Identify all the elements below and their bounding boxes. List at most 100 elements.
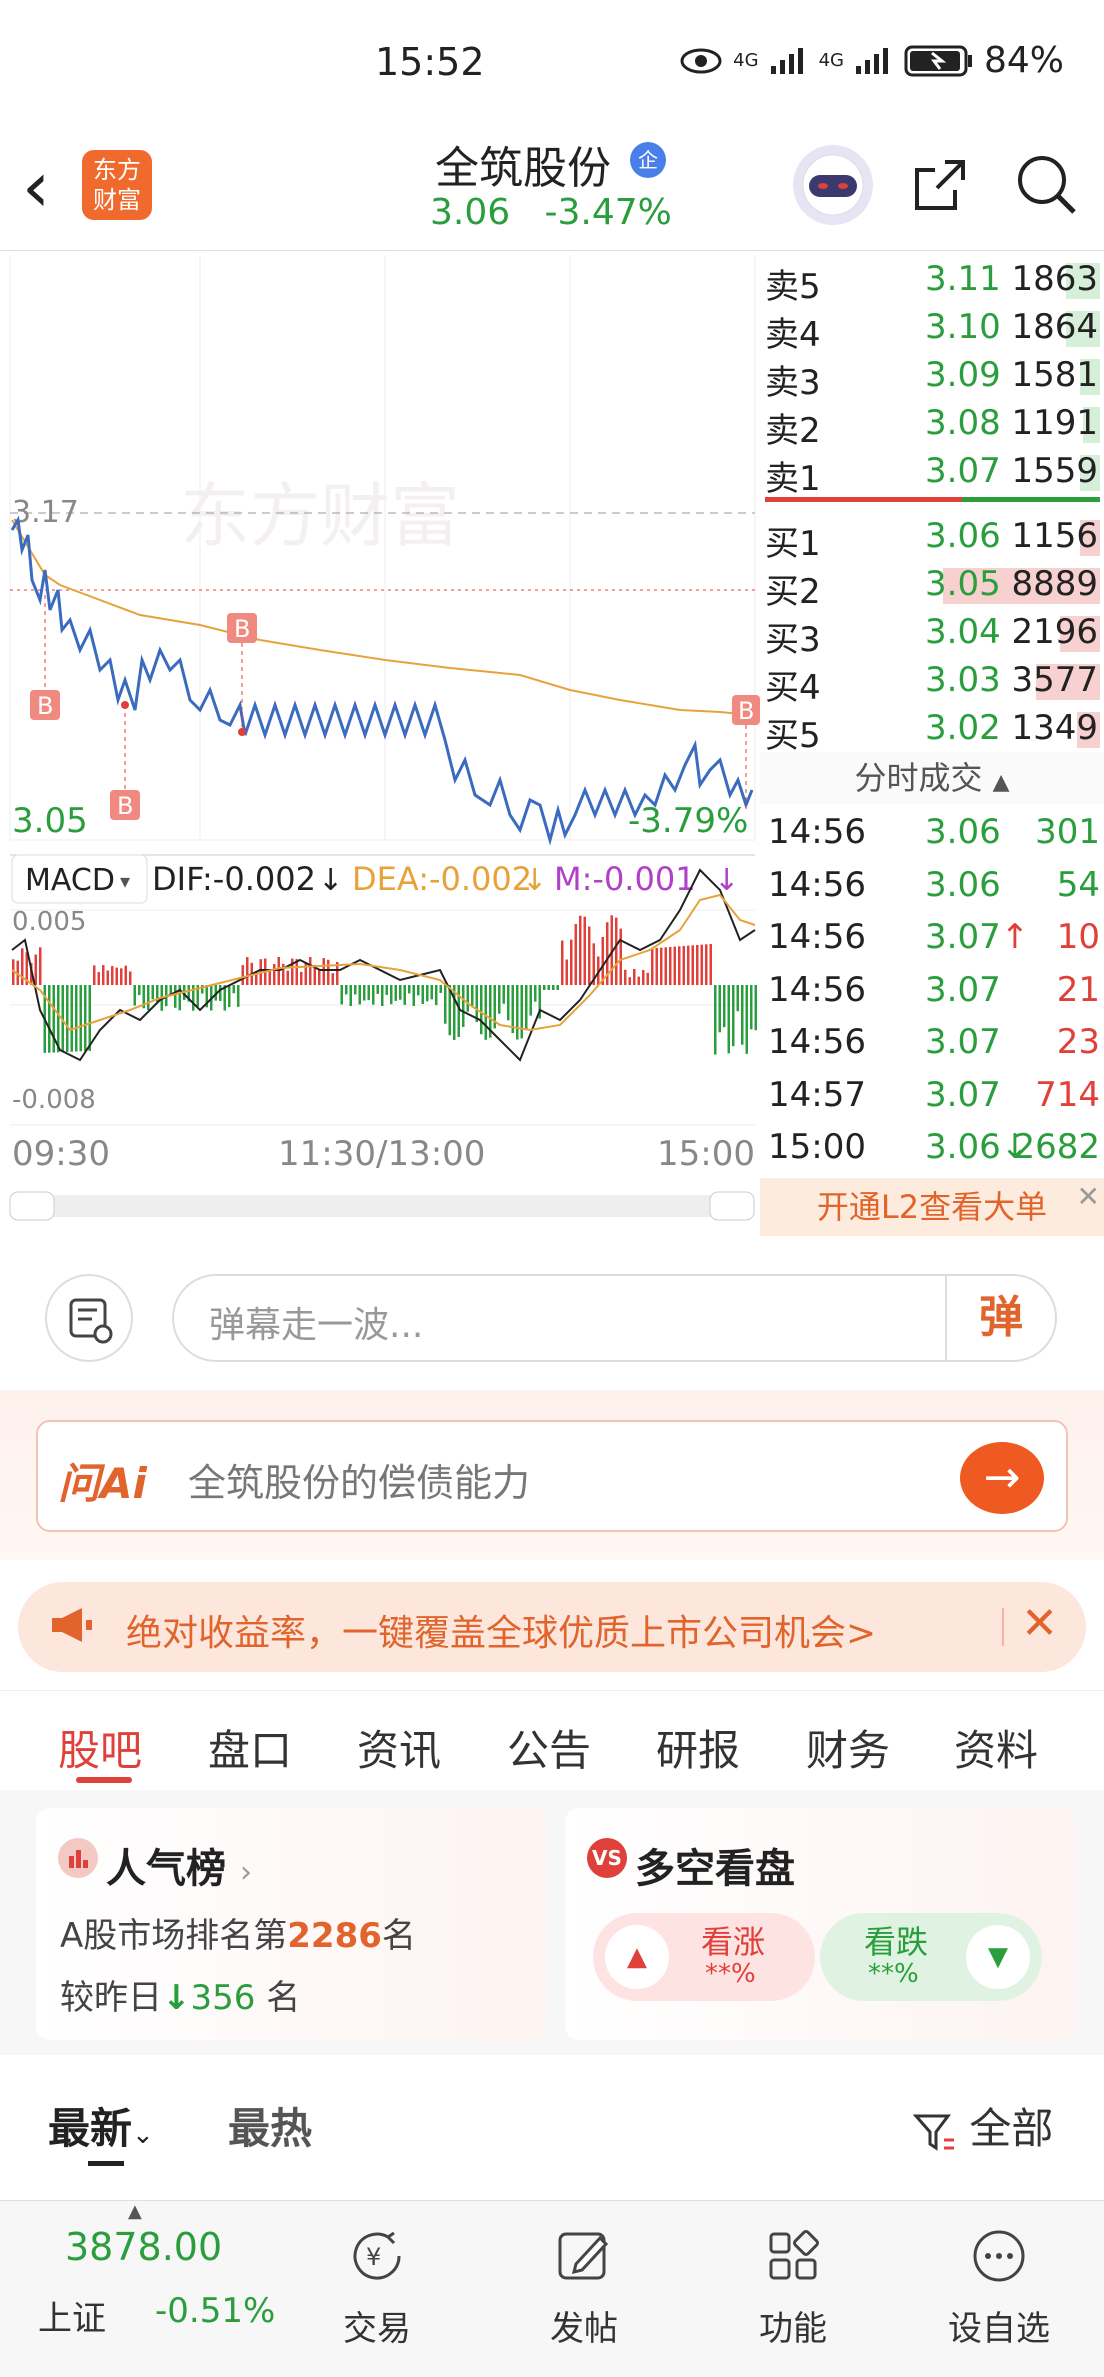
nav-post[interactable]: 发帖	[514, 2221, 654, 2350]
danmu-button-label: 弹	[979, 1292, 1023, 1343]
nav-post-label: 发帖	[550, 2309, 618, 2349]
tab-pankou[interactable]: 盘口	[208, 1717, 292, 1778]
macd-bar	[502, 985, 505, 1004]
bid-row[interactable]: 买5 3.02 1349	[765, 704, 1100, 756]
promo-banner[interactable]: 绝对收益率，一键覆盖全球优质上市公司机会> ✕	[18, 1582, 1086, 1672]
trade-row: 14:56 3.07 21	[765, 966, 1100, 1018]
popularity-card[interactable]: 人气榜 › A股市场排名第2286名 较昨日↓356 名	[36, 1808, 546, 2040]
macd-bar	[349, 985, 352, 1006]
signal-label-1: 4G	[733, 50, 759, 71]
tab-news[interactable]: 资讯	[357, 1717, 441, 1778]
close-icon[interactable]: ✕	[1021, 1598, 1058, 1649]
trade-row: 14:56 3.07↑ 10	[765, 913, 1100, 965]
ask-label: 卖3	[765, 363, 821, 403]
macd-dea: DEA:-0.002	[352, 860, 532, 898]
ask-price: 3.09	[925, 355, 1001, 395]
prev-close-label: 3.17	[12, 495, 79, 530]
macd-bar	[660, 947, 663, 985]
bid-row[interactable]: 买2 3.05 8889	[765, 560, 1100, 612]
arrow-right-icon[interactable]: →	[960, 1442, 1044, 1514]
macd-bar	[21, 948, 24, 985]
scroll-handle-right[interactable]	[709, 1191, 755, 1221]
trade-volume: 54	[1056, 864, 1100, 905]
scroll-handle-left[interactable]	[9, 1191, 55, 1221]
trade-price-wrap: 3.07	[925, 1075, 1001, 1115]
bull-vote-button[interactable]: ▲ 看涨 **%	[593, 1913, 815, 2001]
nav-add-watchlist[interactable]: 设自选	[929, 2221, 1069, 2350]
trade-price-wrap: 3.07	[925, 1022, 1001, 1062]
bid-row[interactable]: 买4 3.03 3577	[765, 656, 1100, 708]
danmu-button[interactable]: 弹	[945, 1276, 1055, 1360]
search-icon[interactable]	[1012, 150, 1082, 220]
ask-row[interactable]: 卖1 3.07 1559	[765, 447, 1100, 499]
tab-research[interactable]: 研报	[656, 1717, 740, 1778]
macd-bar	[97, 972, 100, 985]
comment-list-button[interactable]	[45, 1274, 133, 1362]
ask-row[interactable]: 卖4 3.10 1864	[765, 303, 1100, 355]
tab-finance[interactable]: 财务	[806, 1717, 890, 1778]
ask-row[interactable]: 卖5 3.11 1863	[765, 255, 1100, 307]
macd-bar	[403, 985, 406, 1005]
trade-price: 3.07	[925, 1074, 1001, 1115]
grid-icon	[769, 2230, 819, 2280]
ask-row[interactable]: 卖2 3.08 1191	[765, 399, 1100, 451]
bid-label: 买1	[765, 524, 821, 564]
popularity-title-label: 人气榜	[106, 1846, 226, 1892]
sort-latest[interactable]: 最新⌄	[48, 2095, 154, 2156]
bid-price: 3.06	[925, 516, 1001, 556]
macd-bar	[84, 985, 87, 1052]
macd-bar	[102, 965, 105, 985]
rank-change-suffix: 名	[266, 1978, 301, 2018]
tab-guba[interactable]: 股吧	[58, 1717, 142, 1778]
trades-header[interactable]: 分时成交 ▲	[760, 752, 1104, 804]
danmu-input[interactable]: 弹幕走一波... 弹	[172, 1274, 1057, 1362]
tab-profile[interactable]: 资料	[954, 1717, 1038, 1778]
bid-volume: 1349	[1011, 708, 1098, 748]
macd-bar	[322, 958, 325, 985]
close-icon[interactable]: ✕	[1077, 1168, 1100, 1226]
nav-functions[interactable]: 功能	[723, 2221, 863, 2350]
trade-row: 14:56 3.06 54	[765, 861, 1100, 913]
chart-canvas[interactable]: 东方财富 3.17 B B B B 3.05 -3.79% MACD ▾ DIF…	[0, 250, 760, 1250]
bid-row[interactable]: 买3 3.04 2196	[765, 608, 1100, 660]
signal-icon	[855, 47, 888, 74]
company-badge: 企	[630, 142, 666, 178]
ask-row[interactable]: 卖3 3.09 1581	[765, 351, 1100, 403]
ai-query-box[interactable]: 问Ai 全筑股份的偿债能力 →	[36, 1420, 1068, 1532]
status-time: 15:52	[375, 40, 485, 84]
index-ticker[interactable]: ▲ 3878.00 上证 -0.51%	[0, 2201, 275, 2377]
macd-bar	[228, 985, 231, 1008]
macd-bar	[475, 985, 478, 1023]
macd-bar	[372, 985, 375, 1005]
book-divider	[765, 497, 1100, 502]
bid-row[interactable]: 买1 3.06 1156	[765, 512, 1100, 564]
macd-bar	[268, 970, 271, 985]
trade-price-wrap: 3.07↑	[925, 917, 1029, 957]
l2-promo[interactable]: 开通L2查看大单 ✕	[760, 1178, 1104, 1236]
macd-bar	[57, 985, 60, 1053]
macd-bar	[543, 985, 546, 990]
nav-trade[interactable]: ¥ 交易	[307, 2221, 447, 2350]
intraday-chart[interactable]: 东方财富 3.17 B B B B 3.05 -3.79% MACD ▾ DIF…	[0, 250, 760, 1250]
macd-bar	[75, 985, 78, 1052]
chart-scrollbar[interactable]	[10, 1195, 755, 1217]
filter-button[interactable]: 全部	[912, 2095, 1053, 2156]
bear-vote-button[interactable]: 看跌 **% ▼	[820, 1913, 1042, 2001]
b-marker: B	[117, 792, 133, 820]
macd-dea-line	[11, 893, 756, 1032]
bid-label: 买5	[765, 716, 821, 756]
share-icon[interactable]	[905, 150, 975, 220]
sort-hot[interactable]: 最热	[228, 2095, 312, 2156]
macd-bar	[52, 985, 55, 1053]
app-logo[interactable]: 东方 财富	[82, 150, 152, 220]
macd-bar	[124, 965, 127, 985]
macd-bar	[655, 947, 658, 985]
tab-announcements[interactable]: 公告	[507, 1717, 591, 1778]
battery-icon	[904, 45, 972, 76]
macd-bar	[178, 985, 181, 1011]
back-icon[interactable]: ‹	[22, 152, 50, 222]
macd-bar	[417, 985, 420, 996]
macd-bar	[709, 944, 712, 985]
macd-bar	[358, 985, 361, 1005]
assistant-avatar[interactable]	[793, 145, 873, 225]
